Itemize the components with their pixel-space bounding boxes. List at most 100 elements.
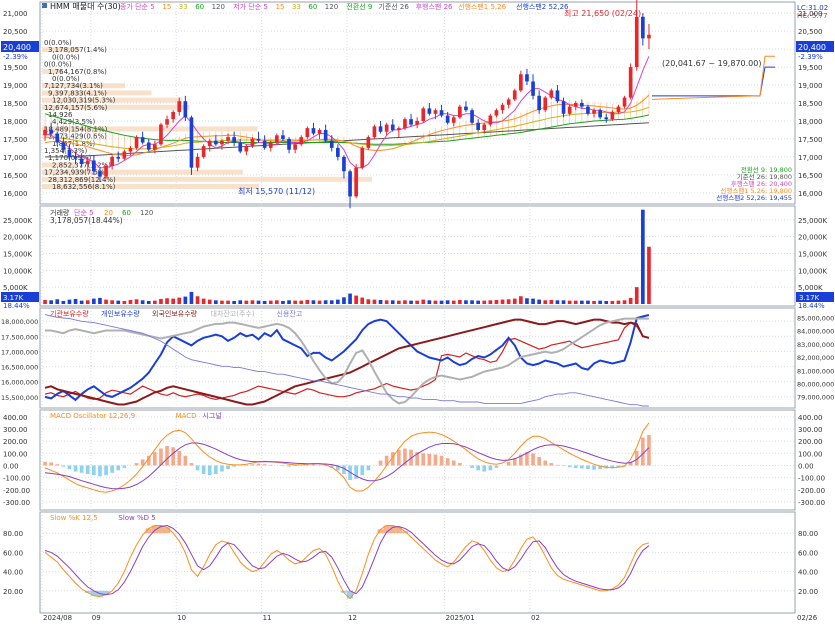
macd-oscillator-bar bbox=[74, 465, 78, 471]
volume-bar bbox=[507, 299, 511, 304]
candle-body bbox=[623, 98, 627, 107]
volume-bar bbox=[104, 300, 108, 304]
volume-bar bbox=[623, 300, 627, 304]
volume-bar bbox=[617, 301, 621, 304]
macd-oscillator-bar bbox=[257, 464, 261, 466]
macd-tick-right: 300.00 bbox=[798, 426, 823, 434]
supply-tick-left: 16,500,000 bbox=[1, 364, 38, 372]
volume-bar bbox=[281, 301, 285, 304]
supply-legend-item: 개인보유수량 bbox=[101, 309, 140, 318]
volume-bar bbox=[513, 299, 517, 304]
price-legend-item: 선행스팬1 5,26 bbox=[458, 2, 507, 11]
volume-tick-right: 20,000K bbox=[798, 234, 827, 242]
volume-bar bbox=[641, 210, 645, 304]
macd-tick-left: -300.00 bbox=[3, 499, 30, 507]
volume-bar bbox=[232, 301, 236, 304]
macd-oscillator-bar bbox=[202, 465, 206, 474]
volume-bar bbox=[80, 301, 84, 304]
candle-body bbox=[373, 126, 377, 137]
macd-oscillator-bar bbox=[116, 465, 120, 470]
volume-bar bbox=[196, 296, 200, 304]
price-tick-left: 16,500 bbox=[3, 172, 28, 180]
candle-body bbox=[434, 110, 438, 114]
supply-tick-left: 18,000,000 bbox=[1, 318, 38, 326]
price-tick-left: 19,000 bbox=[3, 82, 28, 90]
volume-bar bbox=[537, 300, 541, 304]
candle-body bbox=[287, 139, 291, 150]
volume-profile-label: 18,632,556(8.1%) bbox=[52, 183, 116, 191]
macd-tick-right: 0.00 bbox=[798, 462, 814, 470]
volume-bar bbox=[275, 300, 279, 304]
macd-oscillator-bar bbox=[574, 465, 578, 467]
volume-bar bbox=[476, 301, 480, 304]
volume-bar bbox=[110, 300, 114, 304]
volume-tick-left: 5,000K bbox=[3, 284, 28, 292]
candle-body bbox=[336, 148, 340, 157]
x-tick-label: 02 bbox=[531, 614, 540, 622]
volume-tick-right: 25,000K bbox=[798, 217, 827, 225]
volume-bar bbox=[373, 300, 377, 304]
price-tick-right: 17,500 bbox=[798, 136, 823, 144]
macd-oscillator-bar bbox=[452, 461, 456, 466]
stoch-legend-item: Slow %D 5 bbox=[118, 514, 155, 522]
candle-body bbox=[354, 168, 358, 197]
current-change-left: -2.39% bbox=[3, 53, 28, 61]
candle-body bbox=[184, 101, 188, 117]
candle-body bbox=[208, 141, 212, 146]
price-tick-right: 19,000 bbox=[798, 82, 823, 90]
candle-body bbox=[428, 108, 432, 113]
price-legend-item: 기준선 26 bbox=[378, 2, 409, 11]
candle-body bbox=[226, 137, 230, 141]
macd-oscillator-bar bbox=[220, 465, 224, 471]
price-tick-left: 20,500 bbox=[3, 28, 28, 36]
candle-body bbox=[470, 110, 474, 123]
candle-body bbox=[440, 110, 444, 115]
candle-body bbox=[110, 157, 114, 166]
candle-body bbox=[452, 117, 456, 122]
volume-bar bbox=[62, 301, 66, 304]
candle-body bbox=[525, 74, 529, 81]
macd-oscillator-bar bbox=[580, 465, 584, 468]
volume-bar bbox=[489, 300, 493, 304]
range-annotation: (20,041.67 ~ 19,870.00) bbox=[662, 59, 761, 68]
volume-bar bbox=[470, 300, 474, 304]
volume-bar bbox=[629, 298, 633, 304]
volume-tick-left: 25,000K bbox=[3, 217, 32, 225]
volume-bar bbox=[379, 300, 383, 304]
stoch-tick-right: 40.00 bbox=[798, 569, 818, 577]
volume-current-right: 3.17K bbox=[799, 294, 820, 302]
candle-body bbox=[80, 159, 84, 164]
candle-body bbox=[647, 35, 651, 39]
candle-body bbox=[574, 103, 578, 107]
volume-bar bbox=[116, 301, 120, 304]
candle-body bbox=[251, 139, 255, 146]
macd-tick-right: 200.00 bbox=[798, 438, 823, 446]
macd-oscillator-bar bbox=[98, 465, 102, 476]
candle-body bbox=[159, 125, 163, 145]
candle-body bbox=[519, 74, 523, 90]
candle-body bbox=[495, 110, 499, 115]
macd-oscillator-bar bbox=[123, 465, 127, 467]
price-tick-left: 18,000 bbox=[3, 118, 28, 126]
candle-body bbox=[635, 17, 639, 67]
macd-oscillator-bar bbox=[568, 465, 572, 467]
macd-oscillator-bar bbox=[171, 447, 175, 465]
macd-oscillator-bar bbox=[43, 462, 47, 466]
stoch-tick-left: 60.00 bbox=[3, 549, 23, 557]
price-tick-right: 17,000 bbox=[798, 154, 823, 162]
macd-oscillator-bar bbox=[543, 461, 547, 466]
candle-body bbox=[129, 148, 133, 152]
price-legend-item: 전환선 9 bbox=[346, 2, 372, 11]
volume-bar bbox=[202, 299, 206, 304]
macd-oscillator-bar bbox=[428, 454, 432, 466]
window-menu-icon[interactable] bbox=[42, 3, 47, 8]
volume-bar bbox=[245, 301, 249, 304]
candle-body bbox=[147, 143, 151, 150]
candle-body bbox=[92, 160, 96, 171]
macd-oscillator-bar bbox=[586, 465, 590, 469]
volume-bar bbox=[598, 301, 602, 304]
macd-tick-right: -100.00 bbox=[798, 475, 825, 483]
candle-body bbox=[537, 96, 541, 110]
volume-pct-left: 18.44% bbox=[3, 302, 30, 310]
macd-oscillator-bar bbox=[251, 464, 255, 465]
